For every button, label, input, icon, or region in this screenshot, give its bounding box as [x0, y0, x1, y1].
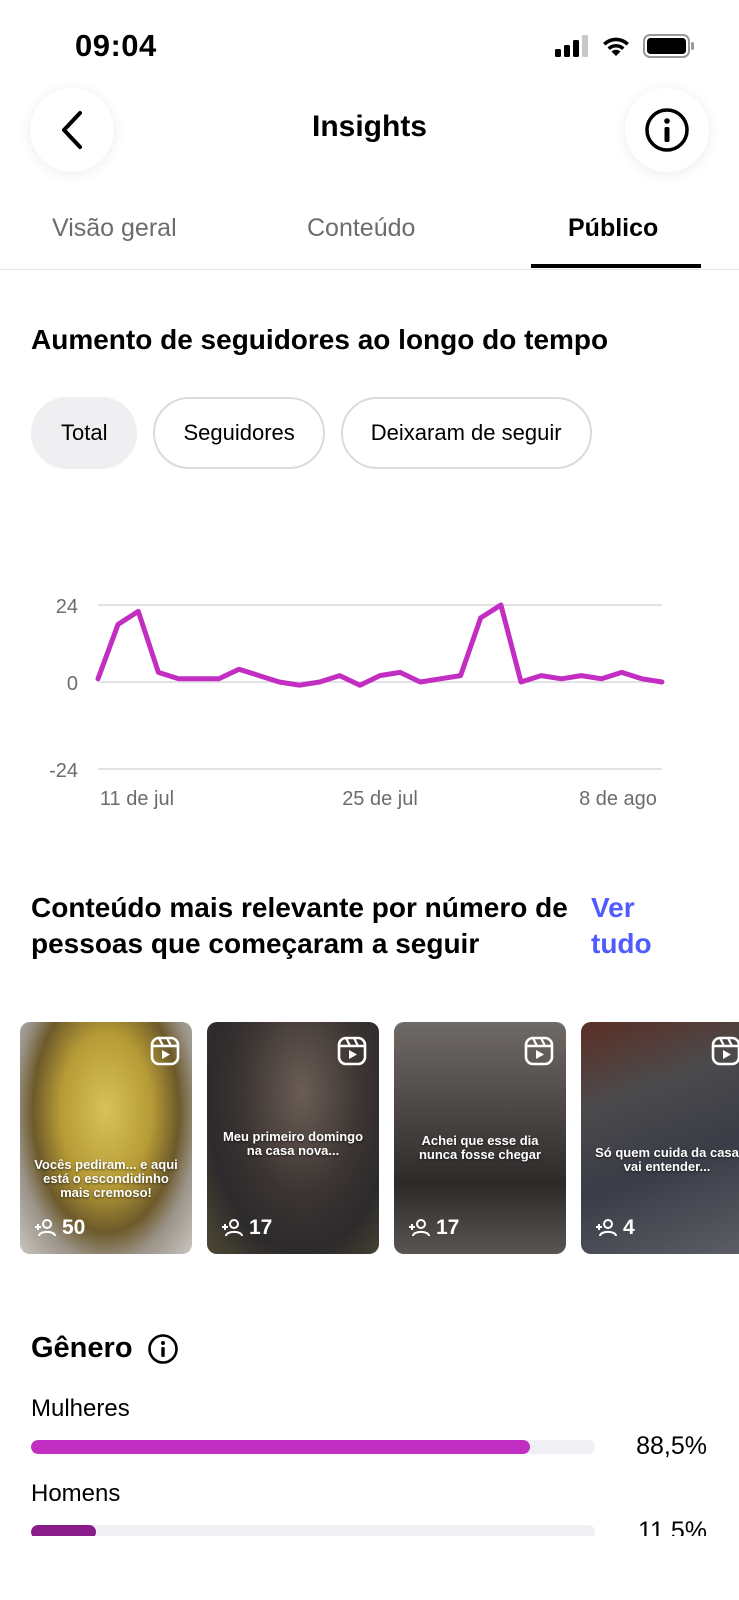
- chip-total[interactable]: Total: [31, 397, 138, 469]
- chart-x-tick-label: 11 de jul: [100, 788, 174, 810]
- content-thumbnail[interactable]: Só quem cuida da casa vai entender... 4: [581, 1022, 739, 1254]
- reels-icon: [524, 1036, 554, 1066]
- gender-title-text: Gênero: [31, 1332, 133, 1364]
- reels-icon: [337, 1036, 367, 1066]
- chip-followers[interactable]: Seguidores: [153, 397, 325, 469]
- follower-count: 17: [408, 1216, 459, 1240]
- follower-growth-chart: 24 0 -24 11 de jul 25 de jul 8 de ago: [49, 596, 665, 810]
- follower-count-value: 4: [623, 1216, 635, 1239]
- chart-y-tick-label: 24: [56, 596, 78, 618]
- thumbnail-caption: Vocês pediram... e aqui está o escondidi…: [34, 1157, 178, 1200]
- tab-bar: Visão geral Conteúdo Público: [0, 196, 739, 270]
- content-carousel: Vocês pediram... e aqui está o escondidi…: [20, 1022, 739, 1254]
- follower-count: 50: [34, 1216, 85, 1240]
- add-person-icon: [409, 1219, 430, 1237]
- chip-unfollowed[interactable]: Deixaram de seguir: [340, 397, 592, 469]
- active-tab-indicator: [531, 264, 701, 268]
- tab-overview[interactable]: Visão geral: [52, 214, 177, 243]
- content-thumbnail[interactable]: Achei que esse dia nunca fosse chegar 17: [394, 1022, 566, 1254]
- content-thumbnail[interactable]: Meu primeiro domingo na casa nova... 17: [207, 1022, 379, 1254]
- gender-label-women: Mulheres: [31, 1395, 130, 1422]
- add-person-icon: [596, 1219, 617, 1237]
- content-thumbnail[interactable]: Vocês pediram... e aqui está o escondidi…: [20, 1022, 192, 1254]
- chart-series-line: [95, 602, 665, 688]
- info-button[interactable]: [625, 88, 709, 172]
- chart-y-tick-label: -24: [49, 760, 78, 782]
- thumbnail-caption: Só quem cuida da casa vai entender...: [595, 1145, 739, 1174]
- top-navigation: Insights: [0, 88, 739, 174]
- wifi-icon: [603, 37, 629, 56]
- follower-growth-title: Aumento de seguidores ao longo do tempo: [31, 324, 609, 355]
- filter-chips: Total Seguidores Deixaram de seguir: [31, 397, 592, 469]
- relevant-content-title: Conteúdo mais relevante por número de pe…: [31, 892, 568, 959]
- follower-count-value: 17: [436, 1216, 460, 1239]
- tab-content[interactable]: Conteúdo: [307, 214, 415, 243]
- thumbnail-caption: Meu primeiro domingo na casa nova...: [222, 1129, 364, 1158]
- chart-y-tick-label: 0: [67, 673, 78, 695]
- battery-icon: [643, 34, 694, 58]
- add-person-icon: [222, 1219, 243, 1237]
- see-all-link[interactable]: Ver tudo: [591, 890, 681, 962]
- gender-label-men: Homens: [31, 1480, 121, 1507]
- reels-icon: [711, 1036, 739, 1066]
- info-icon[interactable]: [147, 1333, 179, 1365]
- gender-bar-fill: [31, 1440, 531, 1454]
- thumbnail-caption: Achei que esse dia nunca fosse chegar: [418, 1133, 542, 1162]
- follower-count-value: 17: [249, 1216, 273, 1239]
- follower-count: 4: [595, 1216, 635, 1240]
- follower-count: 17: [221, 1216, 272, 1240]
- status-time: 09:04: [75, 28, 157, 63]
- cellular-signal-icon: [555, 35, 588, 57]
- tab-audience[interactable]: Público: [568, 214, 658, 243]
- follower-count-value: 50: [62, 1216, 86, 1239]
- status-icons: [555, 34, 695, 58]
- status-bar: 09:04: [0, 0, 739, 90]
- chart-x-tick-label: 8 de ago: [579, 788, 657, 810]
- info-icon: [645, 108, 689, 152]
- chart-x-tick-label: 25 de jul: [342, 788, 418, 810]
- gender-section-title: Gênero: [31, 1332, 179, 1365]
- reels-icon: [150, 1036, 180, 1066]
- scroll-clip: [0, 1536, 739, 1600]
- add-person-icon: [35, 1219, 56, 1237]
- gender-bar-women: [31, 1440, 595, 1454]
- gender-percent-women: 88,5%: [636, 1432, 707, 1460]
